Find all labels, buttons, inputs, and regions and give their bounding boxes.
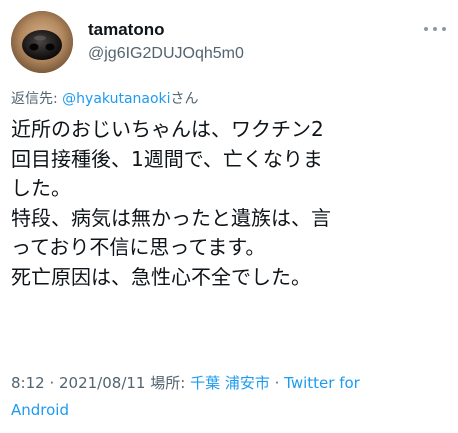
display-name[interactable]: tamatono [88, 20, 165, 40]
tweet-text-line: 死亡原因は、急性心不全でした。 [11, 264, 311, 289]
more-dot [442, 27, 446, 31]
reply-mention-link[interactable]: @hyakutanaoki [62, 91, 170, 107]
reply-suffix: さん [170, 91, 199, 107]
meta-separator: · [269, 374, 285, 392]
tweet-text-line: 近所のおじいちゃんは、ワクチン2 [11, 117, 324, 141]
tweet-text-line: 回目接種後、1週間で、亡くなりま [11, 146, 323, 171]
user-handle[interactable]: @jg6IG2DUJOqh5m0 [88, 44, 244, 64]
dog-nose-avatar-icon [11, 11, 73, 73]
place-label: 場所: [145, 374, 191, 392]
reply-prefix: 返信先: [11, 91, 63, 107]
tweet-text-line: 特段、病気は無かったと遺族は、言 [11, 205, 331, 230]
more-dot [424, 27, 428, 31]
meta-line-1: 8:12 · 2021/08/11 場所: 千葉 浦安市 · Twitter f… [11, 370, 451, 397]
tweet-date[interactable]: 2021/08/11 [59, 374, 145, 392]
tweet-text-line: っており不信に思ってます。 [11, 235, 266, 259]
more-horizontal-icon[interactable] [424, 22, 446, 36]
source-link[interactable]: Twitter for [284, 374, 360, 392]
source-link-continued[interactable]: Android [11, 397, 451, 424]
reply-to-line: 返信先: @hyakutanaokiさん [11, 90, 199, 108]
tweet-time[interactable]: 8:12 [11, 374, 45, 392]
more-dot [433, 27, 437, 31]
tweet-meta: 8:12 · 2021/08/11 場所: 千葉 浦安市 · Twitter f… [11, 370, 451, 424]
tweet: tamatono @jg6IG2DUJOqh5m0 返信先: @hyakutan… [0, 0, 458, 433]
avatar[interactable] [11, 11, 73, 73]
tweet-text: 近所のおじいちゃんは、ワクチン2 回目接種後、1週間で、亡くなりま した。 特段… [11, 115, 451, 292]
tweet-text-line: した。 [11, 176, 71, 200]
meta-separator: · [44, 374, 59, 392]
place-link[interactable]: 千葉 浦安市 [190, 374, 270, 392]
